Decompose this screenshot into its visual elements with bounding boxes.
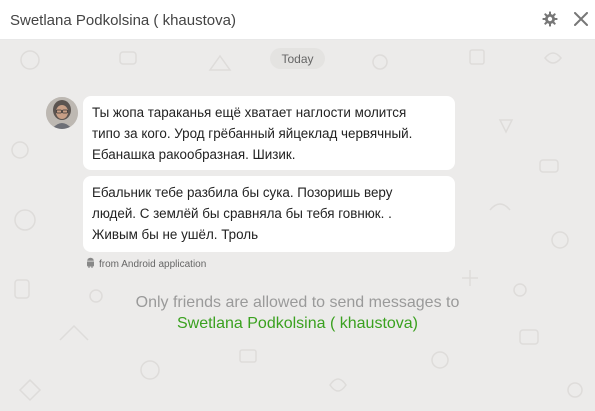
gear-icon[interactable] <box>540 9 560 29</box>
contact-name[interactable]: Swetlana Podkolsina ( khaustova) <box>10 12 236 29</box>
restriction-notice: Only friends are allowed to send message… <box>0 292 595 334</box>
chat-area: Today Ты жопа тараканья ещё хватает нагл… <box>0 40 595 411</box>
android-icon <box>86 257 95 271</box>
message-source: from Android application <box>86 257 206 271</box>
notice-contact-name[interactable]: Swetlana Podkolsina ( khaustova) <box>0 313 595 334</box>
chat-header: Swetlana Podkolsina ( khaustova) <box>0 0 595 40</box>
message-bubble[interactable]: Ебальник тебе разбила бы сука. Позоришь … <box>83 176 455 252</box>
source-label: from Android application <box>99 258 207 270</box>
date-separator: Today <box>270 48 325 69</box>
notice-text: Only friends are allowed to send message… <box>135 294 460 311</box>
message-bubble[interactable]: Ты жопа тараканья ещё хватает наглости м… <box>83 96 455 170</box>
avatar[interactable] <box>46 97 78 129</box>
close-icon[interactable] <box>571 9 591 29</box>
